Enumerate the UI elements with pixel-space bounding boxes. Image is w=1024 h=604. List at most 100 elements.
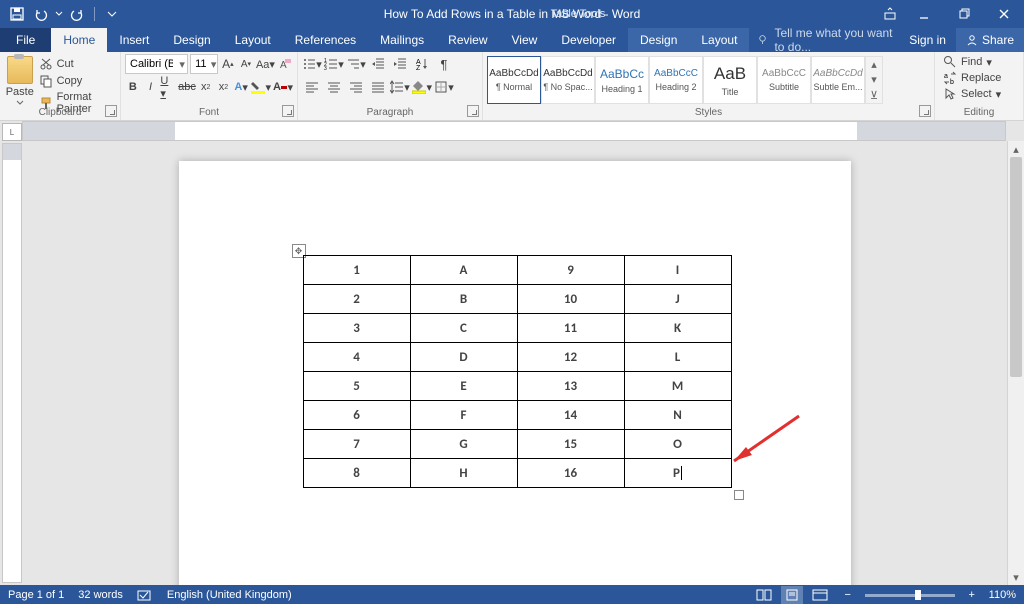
- text-effects-button[interactable]: A▾: [233, 77, 249, 97]
- table-cell[interactable]: J: [624, 285, 731, 314]
- change-case-button[interactable]: Aa▾: [256, 54, 275, 74]
- vertical-ruler[interactable]: [2, 143, 22, 583]
- table-cell[interactable]: 16: [517, 459, 624, 488]
- underline-button[interactable]: U ▾: [160, 77, 176, 97]
- undo-button[interactable]: [30, 3, 52, 25]
- replace-button[interactable]: abReplace: [939, 70, 1019, 86]
- font-launcher[interactable]: [282, 105, 294, 117]
- scroll-up-button[interactable]: ▴: [1008, 141, 1024, 157]
- tab-file[interactable]: File: [0, 28, 51, 52]
- minimize-button[interactable]: [904, 0, 944, 28]
- page[interactable]: ✥ 1A9I2B10J3C11K4D12L5E13M6F14N7G15O8H16…: [179, 161, 851, 585]
- table-cell[interactable]: N: [624, 401, 731, 430]
- style-title[interactable]: AaBTitle: [703, 56, 757, 104]
- styles-launcher[interactable]: [919, 105, 931, 117]
- font-name-input[interactable]: [126, 58, 177, 70]
- word-count[interactable]: 32 words: [78, 589, 123, 601]
- decrease-indent-button[interactable]: [368, 54, 388, 74]
- tab-layout[interactable]: Layout: [223, 28, 283, 52]
- table-cell[interactable]: 2: [303, 285, 410, 314]
- paragraph-launcher[interactable]: [467, 105, 479, 117]
- restore-button[interactable]: [944, 0, 984, 28]
- tab-view[interactable]: View: [500, 28, 550, 52]
- bold-button[interactable]: B: [125, 77, 141, 97]
- table-cell[interactable]: 15: [517, 430, 624, 459]
- copy-button[interactable]: Copy: [36, 73, 116, 89]
- table-cell[interactable]: 8: [303, 459, 410, 488]
- language-indicator[interactable]: English (United Kingdom): [167, 589, 292, 601]
- tab-references[interactable]: References: [283, 28, 368, 52]
- horizontal-ruler[interactable]: [22, 121, 1006, 141]
- shading-button[interactable]: ▾: [412, 77, 432, 97]
- chevron-down-icon[interactable]: ▾: [177, 58, 187, 71]
- table-cell[interactable]: E: [410, 372, 517, 401]
- table-cell[interactable]: 1: [303, 256, 410, 285]
- table-cell[interactable]: I: [624, 256, 731, 285]
- table-cell[interactable]: B: [410, 285, 517, 314]
- table-resize-handle[interactable]: [734, 490, 744, 500]
- vertical-scrollbar[interactable]: ▴ ▾: [1007, 141, 1024, 585]
- superscript-button[interactable]: x2: [216, 77, 232, 97]
- table-cell[interactable]: 4: [303, 343, 410, 372]
- align-left-button[interactable]: [302, 77, 322, 97]
- undo-dropdown[interactable]: [54, 3, 64, 25]
- cut-button[interactable]: Cut: [36, 56, 116, 72]
- numbering-button[interactable]: 123▾: [324, 54, 344, 74]
- bullets-button[interactable]: ▾: [302, 54, 322, 74]
- shrink-font-button[interactable]: A▾: [238, 54, 254, 74]
- document-table[interactable]: 1A9I2B10J3C11K4D12L5E13M6F14N7G15O8H16P: [303, 255, 732, 488]
- style-subtle-em---[interactable]: AaBbCcDdSubtle Em...: [811, 56, 865, 104]
- spellcheck-icon[interactable]: [137, 588, 153, 602]
- share-button[interactable]: Share: [956, 28, 1024, 52]
- style-heading-2[interactable]: AaBbCcCHeading 2: [649, 56, 703, 104]
- font-name-combo[interactable]: ▾: [125, 54, 188, 74]
- ribbon-options-button[interactable]: [876, 0, 904, 28]
- select-button[interactable]: Select ▾: [939, 86, 1019, 102]
- print-layout-button[interactable]: [781, 586, 803, 604]
- borders-button[interactable]: ▾: [434, 77, 454, 97]
- font-color-button[interactable]: A▾: [273, 77, 293, 97]
- scroll-down-button[interactable]: ▾: [1008, 569, 1024, 585]
- tab-insert[interactable]: Insert: [107, 28, 161, 52]
- save-button[interactable]: [6, 3, 28, 25]
- tab-review[interactable]: Review: [436, 28, 499, 52]
- subscript-button[interactable]: x2: [198, 77, 214, 97]
- clipboard-launcher[interactable]: [105, 105, 117, 117]
- line-spacing-button[interactable]: ▾: [390, 77, 410, 97]
- highlight-button[interactable]: ▾: [251, 77, 271, 97]
- table-cell[interactable]: 9: [517, 256, 624, 285]
- zoom-in-button[interactable]: +: [961, 586, 983, 604]
- tab-home[interactable]: Home: [51, 28, 107, 52]
- increase-indent-button[interactable]: [390, 54, 410, 74]
- tab-mailings[interactable]: Mailings: [368, 28, 436, 52]
- table-cell[interactable]: M: [624, 372, 731, 401]
- style-heading-1[interactable]: AaBbCcHeading 1: [595, 56, 649, 104]
- italic-button[interactable]: I: [143, 77, 159, 97]
- find-button[interactable]: Find ▾: [939, 54, 1019, 70]
- table-cell[interactable]: 11: [517, 314, 624, 343]
- table-cell[interactable]: 3: [303, 314, 410, 343]
- table-cell[interactable]: 6: [303, 401, 410, 430]
- table-cell[interactable]: A: [410, 256, 517, 285]
- table-cell[interactable]: 5: [303, 372, 410, 401]
- font-size-combo[interactable]: ▾: [190, 54, 218, 74]
- tab-design[interactable]: Design: [161, 28, 222, 52]
- align-center-button[interactable]: [324, 77, 344, 97]
- redo-button[interactable]: [66, 3, 88, 25]
- zoom-slider[interactable]: [865, 594, 955, 597]
- table-cell[interactable]: O: [624, 430, 731, 459]
- read-mode-button[interactable]: [753, 586, 775, 604]
- table-cell[interactable]: K: [624, 314, 731, 343]
- table-cell[interactable]: 10: [517, 285, 624, 314]
- table-cell[interactable]: C: [410, 314, 517, 343]
- align-right-button[interactable]: [346, 77, 366, 97]
- table-cell[interactable]: 14: [517, 401, 624, 430]
- scroll-thumb[interactable]: [1010, 157, 1022, 377]
- signin-button[interactable]: Sign in: [899, 28, 956, 52]
- sort-button[interactable]: AZ: [412, 54, 432, 74]
- table-cell[interactable]: 13: [517, 372, 624, 401]
- collapse-ribbon-button[interactable]: ˄: [1002, 588, 1022, 602]
- page-area[interactable]: ✥ 1A9I2B10J3C11K4D12L5E13M6F14N7G15O8H16…: [22, 141, 1007, 585]
- table-cell[interactable]: F: [410, 401, 517, 430]
- table-cell[interactable]: H: [410, 459, 517, 488]
